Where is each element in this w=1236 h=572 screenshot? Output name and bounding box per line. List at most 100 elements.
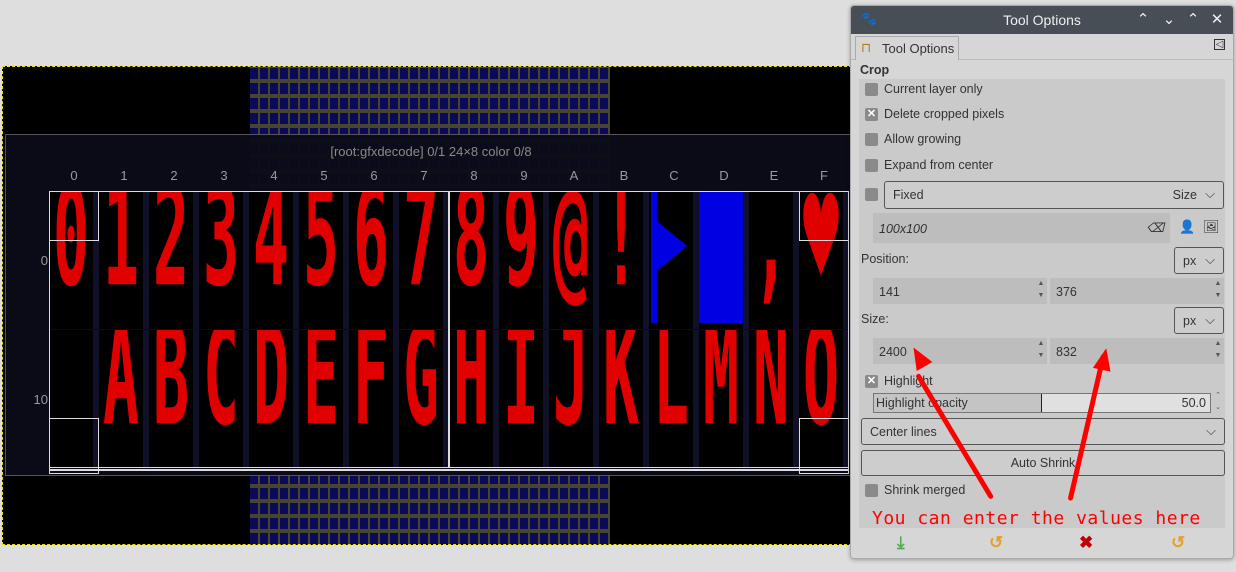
fixed-combo[interactable]: Fixed Size ⌵ (884, 181, 1224, 209)
size-label: Size: (861, 312, 889, 326)
size-width-input[interactable]: 2400 (873, 338, 1047, 364)
column-header: 5 (320, 168, 328, 183)
tile-cell[interactable]: D (249, 330, 299, 468)
tile-cell[interactable]: J (549, 330, 599, 468)
size-unit-combo[interactable]: px ⌵ (1174, 307, 1224, 334)
tile-glyph: , (752, 191, 790, 319)
keep-above-icon[interactable]: ⌃ (1133, 10, 1153, 28)
tile-glyph: 7 (402, 191, 440, 319)
highlight-opacity-slider[interactable]: Highlight opacity 50.0 (873, 393, 1211, 413)
expand-center-checkbox[interactable] (865, 159, 878, 172)
tile-cell[interactable]: 4 (249, 191, 299, 329)
tile-cell[interactable]: H (449, 330, 499, 468)
tile-cell[interactable]: , (749, 191, 799, 329)
tile-cell[interactable] (699, 191, 749, 329)
minimize-icon[interactable]: ⌄ (1159, 10, 1179, 28)
tile-cell[interactable]: 1 (99, 191, 149, 329)
maximize-icon[interactable]: ⌃ (1183, 10, 1203, 28)
highlight-checkbox[interactable]: ✕ (865, 375, 878, 388)
tile-cell[interactable]: A (99, 330, 149, 468)
position-y-input[interactable]: 376 (1050, 278, 1224, 304)
size-height-spinner[interactable]: ▲ ▼ (1211, 338, 1225, 364)
position-x-input[interactable]: 141 (873, 278, 1047, 304)
tab-tool-options[interactable]: ⊓ Tool Options (855, 36, 959, 60)
blue-tile-shape (657, 221, 687, 271)
tile-cell[interactable]: 2 (149, 191, 199, 329)
tile-cell[interactable]: L (649, 330, 699, 468)
allow-growing-checkbox[interactable] (865, 133, 878, 146)
tile-cell[interactable]: O (799, 330, 849, 468)
reset-icon[interactable]: ↺ (1171, 533, 1185, 553)
size-height-input[interactable]: 832 (1050, 338, 1224, 364)
close-icon[interactable]: ✕ (1207, 10, 1227, 28)
tile-cell[interactable]: 5 (299, 191, 349, 329)
tile-cell[interactable]: ♥ (799, 191, 849, 329)
landscape-icon[interactable]: 🖼 (1203, 219, 1220, 235)
row-header: 0 (40, 253, 48, 268)
auto-shrink-button[interactable]: Auto Shrink (861, 450, 1225, 476)
tile-cell[interactable]: 6 (349, 191, 399, 329)
chevron-down-icon: ⌵ (1205, 252, 1215, 267)
position-label: Position: (861, 252, 909, 266)
tile-cell[interactable]: I (499, 330, 549, 468)
tile-cell[interactable]: E (299, 330, 349, 468)
tile-cell[interactable]: 7 (399, 191, 449, 329)
tile-glyph: 9 (502, 191, 540, 319)
size-width-spinner[interactable]: ▲ ▼ (1034, 338, 1048, 364)
portrait-icon[interactable]: 👤 (1179, 219, 1195, 235)
tile-cell[interactable]: ! (599, 191, 649, 329)
tile-cell[interactable]: N (749, 330, 799, 468)
tile-cell[interactable]: B (149, 330, 199, 468)
chevron-down-icon: ⌵ (1206, 423, 1216, 438)
tile-glyph: 8 (452, 191, 490, 319)
tile-glyph: M (702, 330, 740, 458)
title-bar[interactable]: 🐾 Tool Options ⌃ ⌄ ⌃ ✕ (851, 6, 1233, 34)
column-header: 1 (120, 168, 128, 183)
tile-cell[interactable] (49, 330, 99, 468)
restore-preset-icon[interactable]: ↺ (989, 533, 1003, 553)
row-header: 10 (33, 392, 48, 407)
delete-cropped-checkbox[interactable]: ✕ (865, 108, 878, 121)
guides-value: Center lines (870, 425, 937, 439)
tile-glyph: 0 (52, 191, 90, 319)
highlight-opacity-label: Highlight opacity (876, 396, 968, 410)
tile-cell[interactable]: 0 (49, 191, 99, 329)
tile-glyph: H (452, 330, 490, 458)
clear-icon[interactable]: ⌫ (1146, 220, 1164, 235)
tile-cell[interactable] (649, 191, 699, 329)
tile-cell[interactable]: 3 (199, 191, 249, 329)
tile-cell[interactable]: @ (549, 191, 599, 329)
position-unit-combo[interactable]: px ⌵ (1174, 247, 1224, 274)
column-header: 6 (370, 168, 378, 183)
shrink-merged-checkbox[interactable] (865, 484, 878, 497)
tile-cell[interactable]: M (699, 330, 749, 468)
delete-preset-icon[interactable]: ✖ (1079, 533, 1093, 553)
tile-cell[interactable]: 9 (499, 191, 549, 329)
current-layer-only-checkbox[interactable] (865, 83, 878, 96)
easel-icon: ⊓ (861, 40, 872, 55)
column-header: B (619, 168, 629, 183)
tile-cell[interactable]: F (349, 330, 399, 468)
position-x-spinner[interactable]: ▲ ▼ (1034, 278, 1048, 304)
column-header: 9 (520, 168, 528, 183)
fixed-checkbox[interactable] (865, 188, 878, 201)
tile-glyph: D (252, 330, 290, 458)
tool-options-dock: 🐾 Tool Options ⌃ ⌄ ⌃ ✕ ⊓ Tool Options ◁ … (850, 5, 1234, 559)
fixed-mode: Size (1172, 188, 1197, 202)
highlight-opacity-spinner[interactable]: ⌃ ⌄ (1211, 390, 1225, 416)
chevron-down-icon: ⌵ (1205, 312, 1215, 327)
tile-cell[interactable]: C (199, 330, 249, 468)
tile-cell[interactable]: 8 (449, 191, 499, 329)
position-y-spinner[interactable]: ▲ ▼ (1211, 278, 1225, 304)
tile-glyph: C (202, 330, 240, 458)
delete-cropped-label: Delete cropped pixels (884, 107, 1005, 121)
shrink-merged-label: Shrink merged (884, 483, 966, 497)
fixed-value-input[interactable]: 100x100 ⌫ (873, 213, 1170, 243)
tab-menu-icon[interactable]: ◁ (1214, 39, 1225, 50)
tile-glyph: 2 (152, 191, 190, 319)
tile-cell[interactable]: K (599, 330, 649, 468)
tile-cell[interactable]: G (399, 330, 449, 468)
save-preset-icon[interactable]: ⤓ (897, 533, 905, 553)
annotation-text: You can enter the values here (872, 508, 1201, 529)
guides-combo[interactable]: Center lines ⌵ (861, 418, 1225, 445)
